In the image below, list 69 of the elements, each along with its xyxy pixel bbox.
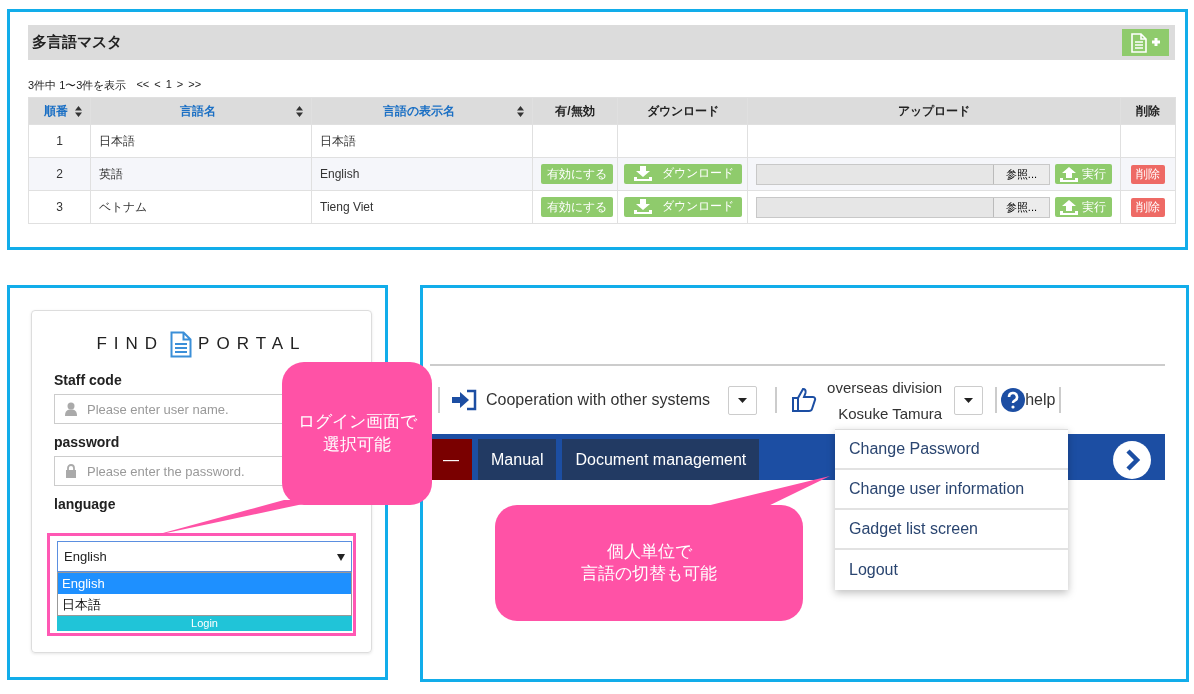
pager-link[interactable]: << [136, 78, 150, 93]
file-input-field[interactable]: 参照... [756, 196, 1050, 218]
user-division: overseas division [827, 378, 943, 396]
caret-icon [964, 397, 974, 403]
table-cell: Tieng Viet [311, 190, 533, 224]
field-label: language [54, 496, 116, 512]
user-icon [65, 402, 77, 416]
browse-button[interactable]: 参照... [992, 197, 1049, 217]
menu-item[interactable]: Change user information [835, 470, 1068, 510]
menu-link[interactable]: Cooperation with other systems [486, 391, 711, 409]
column-header: 有/無効 [532, 97, 618, 125]
menu-item[interactable]: Gadget list screen [835, 510, 1068, 550]
column-header: 削除 [1120, 97, 1176, 125]
menu-item[interactable]: Logout [835, 550, 1068, 590]
table-cell: 3 [28, 190, 91, 224]
add-document-icon [1129, 32, 1162, 53]
lock-icon [65, 464, 77, 478]
table-cell: 日本語 [311, 124, 533, 158]
placeholder-text: Please enter user name. [87, 401, 229, 417]
sort-icon[interactable] [517, 105, 524, 117]
upload-icon [1060, 166, 1078, 182]
browse-button[interactable]: 参照... [992, 164, 1049, 184]
field-label: password [54, 434, 120, 450]
table-cell: 1 [28, 124, 91, 158]
page-title: 多言語マスタ [32, 33, 122, 52]
table-cell: 2 [28, 157, 91, 191]
callout-text: 個人単位で [606, 540, 692, 563]
language-option[interactable]: 日本語 [58, 594, 351, 615]
placeholder-text: Please enter the password. [87, 463, 245, 479]
menu-item[interactable]: Change Password [835, 430, 1068, 470]
download-icon [633, 199, 652, 215]
callout-text: 言語の切替も可能 [581, 563, 717, 585]
nav-tab[interactable]: Manual [478, 439, 557, 480]
user-name: Kosuke Tamura [838, 404, 943, 422]
thumbs-up-icon [791, 387, 818, 413]
file-input-field[interactable]: 参照... [756, 163, 1050, 185]
download-icon [633, 166, 652, 182]
help-icon[interactable] [1001, 388, 1026, 412]
table-cell: ベトナム [90, 190, 312, 224]
dropdown-button[interactable] [728, 385, 758, 415]
column-header[interactable]: 順番 [28, 97, 91, 125]
table-cell: English [311, 157, 533, 191]
caret-icon [738, 397, 748, 403]
dropdown-button[interactable] [954, 385, 984, 415]
column-header[interactable]: 言語の表示名 [311, 97, 533, 125]
caret-icon [337, 552, 345, 561]
column-header: アップロード [747, 97, 1121, 125]
nav-tab[interactable]: Document management [562, 439, 760, 480]
column-header: ダウンロード [617, 97, 748, 125]
logo-text: PORTAL [198, 334, 307, 354]
help-link[interactable]: help [1025, 391, 1056, 409]
pager-link[interactable]: > [176, 78, 184, 93]
language-select[interactable]: English [57, 541, 352, 572]
logo-text: FIND [96, 334, 165, 354]
pager-link[interactable]: >> [188, 78, 202, 93]
chevron-right-icon[interactable] [1113, 441, 1151, 479]
column-header[interactable]: 言語名 [90, 97, 312, 125]
table-cell: 英語 [90, 157, 312, 191]
upload-icon [1060, 199, 1078, 215]
callout-text: 選択可能 [323, 433, 391, 456]
pagination-summary: 3件中 1〜3件を表示 [28, 78, 127, 93]
pager-link[interactable]: < [154, 78, 161, 93]
document-icon [170, 330, 193, 358]
sort-icon[interactable] [296, 105, 303, 117]
sort-icon[interactable] [75, 105, 82, 117]
pager-link[interactable]: 1 [165, 78, 172, 93]
field-label: Staff code [54, 372, 122, 388]
table-cell: 日本語 [90, 124, 312, 158]
sign-in-icon[interactable] [452, 389, 478, 411]
